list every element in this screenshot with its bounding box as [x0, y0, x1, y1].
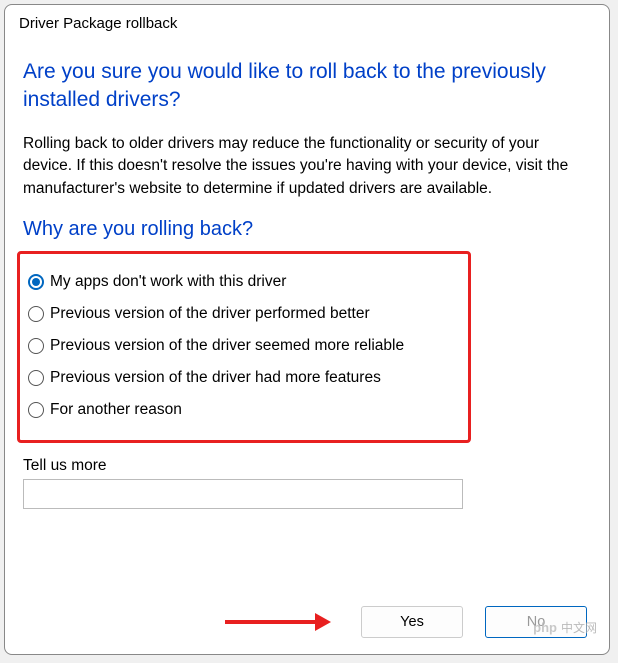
main-heading: Are you sure you would like to roll back…: [23, 58, 591, 115]
reason-label: Previous version of the driver had more …: [50, 369, 381, 387]
reason-option-3[interactable]: Previous version of the driver had more …: [28, 362, 460, 394]
sub-heading: Why are you rolling back?: [23, 218, 591, 241]
arrow-head-icon: [315, 613, 331, 631]
radio-icon: [28, 370, 44, 386]
radio-icon: [28, 338, 44, 354]
reason-option-0[interactable]: My apps don't work with this driver: [28, 266, 460, 298]
reason-option-1[interactable]: Previous version of the driver performed…: [28, 298, 460, 330]
button-row: Yes No: [211, 606, 587, 638]
reason-label: Previous version of the driver seemed mo…: [50, 337, 404, 355]
radio-icon: [28, 402, 44, 418]
dialog-window: Driver Package rollback Are you sure you…: [4, 4, 610, 655]
reasons-highlight-box: My apps don't work with this driver Prev…: [17, 251, 471, 443]
no-button[interactable]: No: [485, 606, 587, 638]
reason-option-4[interactable]: For another reason: [28, 394, 460, 426]
window-title: Driver Package rollback: [5, 5, 609, 38]
body-text: Rolling back to older drivers may reduce…: [23, 133, 591, 200]
arrow-line: [225, 620, 315, 624]
tell-us-more-input[interactable]: [23, 479, 463, 509]
dialog-content: Are you sure you would like to roll back…: [5, 38, 609, 509]
arrow-annotation: [211, 613, 331, 631]
reason-label: For another reason: [50, 401, 182, 419]
yes-button[interactable]: Yes: [361, 606, 463, 638]
reason-label: Previous version of the driver performed…: [50, 305, 370, 323]
reason-label: My apps don't work with this driver: [50, 273, 286, 291]
reason-option-2[interactable]: Previous version of the driver seemed mo…: [28, 330, 460, 362]
radio-icon: [28, 274, 44, 290]
radio-icon: [28, 306, 44, 322]
tell-us-more-label: Tell us more: [23, 457, 591, 475]
